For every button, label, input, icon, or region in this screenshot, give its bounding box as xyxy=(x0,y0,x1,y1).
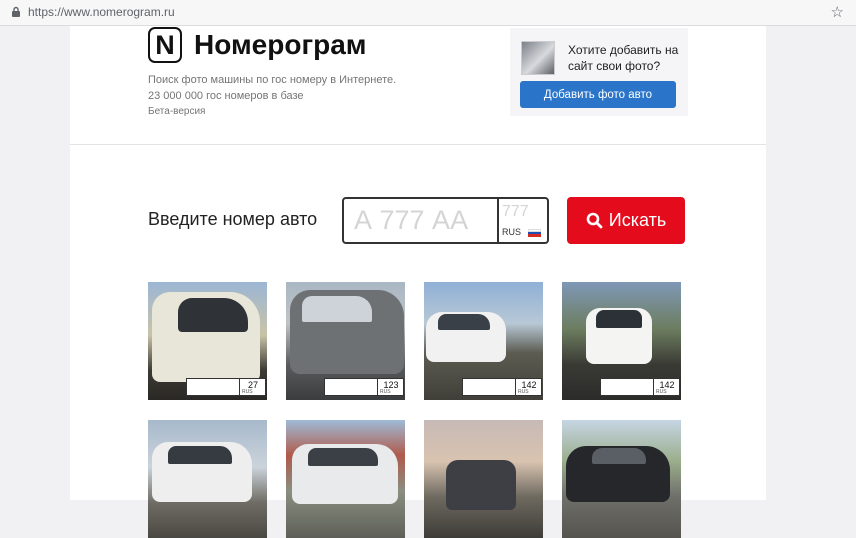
plate-input-box[interactable]: 777 RUS xyxy=(342,197,549,244)
car-photo-card[interactable]: 123 RUS xyxy=(286,282,405,400)
search-button[interactable]: Искать xyxy=(567,197,685,244)
brand-name[interactable]: Номерограм xyxy=(194,29,367,61)
car-window xyxy=(308,448,378,466)
license-plate: 142 RUS xyxy=(462,378,542,396)
search-button-label: Искать xyxy=(608,210,667,230)
search-label: Введите номер авто xyxy=(148,209,318,229)
tagline: Поиск фото машины по гос номеру в Интерн… xyxy=(148,74,397,86)
plate-separator xyxy=(497,199,499,242)
car-photo-card[interactable] xyxy=(424,420,543,538)
plate-region-input[interactable]: 777 xyxy=(502,203,529,221)
plate-country: RUS xyxy=(242,389,253,395)
car-photo-card[interactable] xyxy=(148,420,267,538)
plate-country-label: RUS xyxy=(502,227,522,237)
lock-icon xyxy=(12,6,20,17)
browser-address-bar[interactable]: https://www.nomerogram.ru ☆ xyxy=(0,0,856,26)
car-photo-card[interactable] xyxy=(286,420,405,538)
car-window xyxy=(596,310,642,328)
license-plate: 27 RUS xyxy=(186,378,266,396)
license-plate: 123 RUS xyxy=(324,378,404,396)
license-plate: 142 RUS xyxy=(600,378,680,396)
beta-label: Бета-версия xyxy=(148,106,206,117)
car-window xyxy=(302,296,372,322)
car-photo-card[interactable]: 142 RUS xyxy=(562,282,681,400)
car-photo-card[interactable]: 27 RUS xyxy=(148,282,267,400)
car-window xyxy=(592,448,646,464)
plate-country: RUS xyxy=(380,389,391,395)
car-window xyxy=(438,314,490,330)
photo-gallery: 27 RUS 123 RUS 142 RUS 142 RUS xyxy=(148,282,688,538)
russia-flag-icon xyxy=(528,229,541,237)
plates-count: 23 000 000 гос номеров в базе xyxy=(148,90,304,102)
logo[interactable]: N xyxy=(148,27,182,63)
plate-country: RUS xyxy=(518,389,529,395)
add-photo-button[interactable]: Добавить фото авто xyxy=(520,81,676,108)
plate-number-input[interactable] xyxy=(354,204,494,236)
search-icon xyxy=(586,212,603,229)
page: N Номерограм Поиск фото машины по гос но… xyxy=(70,26,766,538)
plate-country: RUS xyxy=(656,389,667,395)
promo-car-thumbnail xyxy=(521,41,555,75)
header-divider xyxy=(70,144,766,145)
promo-question-line1: Хотите добавить на xyxy=(568,43,679,57)
car-photo-card[interactable] xyxy=(562,420,681,538)
car-window xyxy=(168,446,232,464)
add-photo-promo: Хотите добавить на сайт свои фото? Добав… xyxy=(510,28,688,116)
star-icon[interactable]: ☆ xyxy=(831,3,844,21)
car-body xyxy=(446,460,516,510)
car-photo-card[interactable]: 142 RUS xyxy=(424,282,543,400)
url-text[interactable]: https://www.nomerogram.ru xyxy=(28,5,175,19)
car-window xyxy=(178,298,248,332)
promo-question-line2: сайт свои фото? xyxy=(568,59,661,73)
